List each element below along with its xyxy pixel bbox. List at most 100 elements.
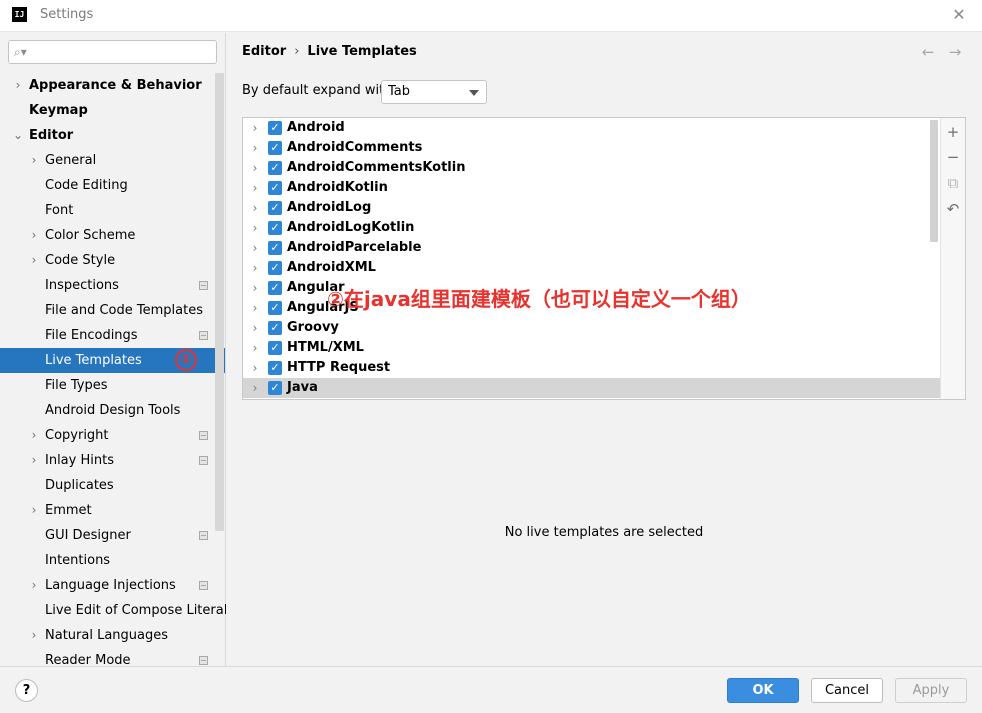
chevron-right-icon[interactable]: › [28,573,40,598]
template-group-android[interactable]: › ✓ Android [243,118,940,138]
template-group-checkbox[interactable]: ✓ [268,361,282,375]
template-group-androidcomments[interactable]: › ✓ AndroidComments [243,138,940,158]
chevron-right-icon[interactable]: › [249,278,261,298]
project-scope-icon [199,431,208,440]
sidebar-item-live-templates[interactable]: Live Templates ① [0,348,225,373]
sidebar-item-emmet[interactable]: › Emmet [0,498,215,523]
template-group-checkbox[interactable]: ✓ [268,241,282,255]
chevron-right-icon[interactable]: › [249,238,261,258]
arrow-left-icon[interactable]: ← [918,42,938,62]
chevron-right-icon[interactable]: › [249,298,261,318]
project-scope-icon [199,281,208,290]
chevron-right-icon[interactable]: › [12,73,24,98]
template-group-checkbox[interactable]: ✓ [268,221,282,235]
chevron-right-icon[interactable]: › [249,218,261,238]
settings-search[interactable]: ⌕▾ [8,40,217,64]
template-group-checkbox[interactable]: ✓ [268,281,282,295]
template-group-androidlog[interactable]: › ✓ AndroidLog [243,198,940,218]
template-group-androidkotlin[interactable]: › ✓ AndroidKotlin [243,178,940,198]
sidebar-item-label: Live Templates [45,353,142,368]
ok-button[interactable]: OK [727,678,799,703]
sidebar-item-label: GUI Designer [45,528,131,543]
sidebar-item-live-edit-of-compose-literal[interactable]: Live Edit of Compose Literal [0,598,227,623]
sidebar-item-android-design-tools[interactable]: Android Design Tools [0,398,215,423]
templates-panel: › ✓ Android › ✓ AndroidComments › ✓ AndroidComme… [242,117,966,400]
remove-icon[interactable]: − [942,146,964,168]
sidebar-item-label: Code Style [45,253,116,268]
template-group-androidxml[interactable]: › ✓ AndroidXML [243,258,940,278]
template-group-androidparcelable[interactable]: › ✓ AndroidParcelable [243,238,940,258]
sidebar-item-general[interactable]: › General [0,148,215,173]
settings-sidebar: ⌕▾ › Appearance & Behavior Keymap ⌄ Editor › G… [0,33,227,668]
chevron-right-icon[interactable]: › [249,338,261,358]
chevron-right-icon[interactable]: › [249,158,261,178]
sidebar-scrollbar[interactable] [215,73,224,531]
sidebar-item-file-encodings[interactable]: File Encodings [0,323,215,348]
chevron-right-icon[interactable]: › [28,623,40,648]
sidebar-item-file-types[interactable]: File Types [0,373,215,398]
template-group-checkbox[interactable]: ✓ [268,261,282,275]
template-group-java[interactable]: › ✓ Java [243,378,940,398]
template-group-androidcommentskotlin[interactable]: › ✓ AndroidCommentsKotlin [243,158,940,178]
template-group-checkbox[interactable]: ✓ [268,301,282,315]
arrow-right-icon[interactable]: → [945,42,965,62]
chevron-right-icon[interactable]: › [249,378,261,398]
sidebar-item-code-style[interactable]: › Code Style [0,248,215,273]
chevron-right-icon[interactable]: › [249,258,261,278]
apply-button[interactable]: Apply [895,678,967,703]
sidebar-item-code-editing[interactable]: Code Editing [0,173,215,198]
expand-with-select[interactable]: Tab [381,80,487,104]
sidebar-item-color-scheme[interactable]: › Color Scheme [0,223,215,248]
template-group-checkbox[interactable]: ✓ [268,121,282,135]
chevron-right-icon[interactable]: › [28,448,40,473]
template-group-name: Android [287,120,345,135]
chevron-right-icon[interactable]: › [28,423,40,448]
add-icon[interactable]: + [942,121,964,143]
sidebar-item-language-injections[interactable]: › Language Injections [0,573,215,598]
sidebar-item-appearance-behavior[interactable]: › Appearance & Behavior [0,73,215,98]
sidebar-item-font[interactable]: Font [0,198,215,223]
search-input[interactable] [35,43,210,61]
restore-icon[interactable]: ↶ [942,198,964,220]
sidebar-item-label: Copyright [45,428,109,443]
template-group-checkbox[interactable]: ✓ [268,381,282,395]
chevron-right-icon[interactable]: › [28,498,40,523]
sidebar-item-natural-languages[interactable]: › Natural Languages [0,623,215,648]
template-group-checkbox[interactable]: ✓ [268,161,282,175]
template-group-checkbox[interactable]: ✓ [268,201,282,215]
template-group-androidlogkotlin[interactable]: › ✓ AndroidLogKotlin [243,218,940,238]
template-group-checkbox[interactable]: ✓ [268,181,282,195]
breadcrumb-editor[interactable]: Editor [242,44,286,59]
close-icon[interactable]: ✕ [948,4,970,26]
sidebar-item-inspections[interactable]: Inspections [0,273,215,298]
template-group-checkbox[interactable]: ✓ [268,321,282,335]
sidebar-item-editor[interactable]: ⌄ Editor [0,123,215,148]
template-group-groovy[interactable]: › ✓ Groovy [243,318,940,338]
chevron-right-icon[interactable]: › [249,358,261,378]
cancel-button[interactable]: Cancel [811,678,883,703]
chevron-right-icon[interactable]: › [249,198,261,218]
template-group-checkbox[interactable]: ✓ [268,141,282,155]
sidebar-item-file-and-code-templates[interactable]: File and Code Templates [0,298,215,323]
templates-scrollbar[interactable] [930,120,938,242]
chevron-right-icon[interactable]: › [28,223,40,248]
template-group-http-request[interactable]: › ✓ HTTP Request [243,358,940,378]
copy-icon[interactable]: ⧉ [942,172,964,194]
sidebar-item-keymap[interactable]: Keymap [0,98,215,123]
template-group-checkbox[interactable]: ✓ [268,341,282,355]
chevron-right-icon[interactable]: › [28,148,40,173]
annotation-step-one: ① [175,349,197,371]
template-group-html-xml[interactable]: › ✓ HTML/XML [243,338,940,358]
chevron-right-icon[interactable]: › [249,118,261,138]
chevron-right-icon[interactable]: › [249,318,261,338]
sidebar-item-copyright[interactable]: › Copyright [0,423,215,448]
chevron-right-icon[interactable]: › [249,138,261,158]
sidebar-item-intentions[interactable]: Intentions [0,548,215,573]
help-button[interactable]: ? [15,679,38,702]
sidebar-item-gui-designer[interactable]: GUI Designer [0,523,215,548]
sidebar-item-duplicates[interactable]: Duplicates [0,473,215,498]
sidebar-item-inlay-hints[interactable]: › Inlay Hints [0,448,215,473]
chevron-right-icon[interactable]: › [249,178,261,198]
chevron-down-icon[interactable]: ⌄ [12,123,24,148]
chevron-right-icon[interactable]: › [28,248,40,273]
